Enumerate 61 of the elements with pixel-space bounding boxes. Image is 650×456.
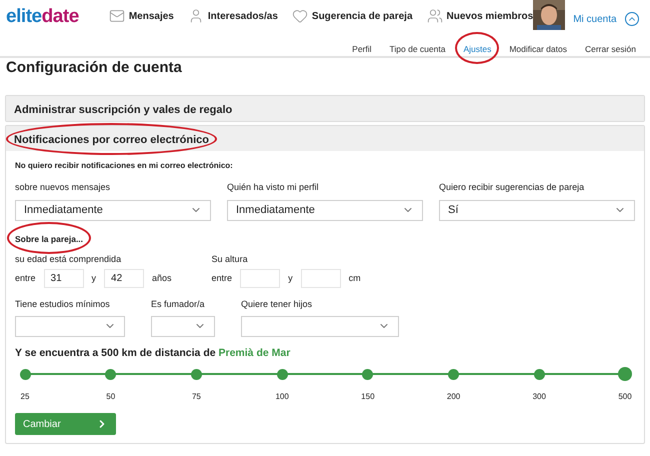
stop-label: 500 — [618, 391, 632, 404]
nav-link[interactable]: Nuevos miembros — [446, 8, 534, 24]
stop-label: 150 — [361, 391, 375, 404]
sub-nav-tab[interactable]: Perfil — [352, 44, 372, 54]
stop-label: 100 — [275, 391, 289, 404]
sub-nav-tab[interactable]: Cerrar sesión — [584, 44, 636, 54]
input-field[interactable] — [300, 269, 341, 288]
field-label: Quiere tener hijos — [241, 298, 314, 311]
slider-stop[interactable] — [190, 368, 202, 380]
dropdown[interactable]: Inmediatamente — [227, 200, 423, 220]
input-field[interactable]: 31 — [44, 269, 84, 288]
stop-label: 300 — [532, 391, 546, 404]
range-label: entre — [212, 272, 232, 285]
slider-stop[interactable] — [276, 368, 288, 380]
field-label: Su altura — [212, 252, 249, 266]
input-field[interactable] — [240, 269, 280, 288]
section-header[interactable]: Administrar suscripción y vales de regalo — [6, 96, 644, 121]
field-label: Tiene estudios mínimos — [15, 298, 111, 311]
stop-label: 50 — [106, 391, 116, 404]
stop-label: 200 — [446, 391, 460, 404]
field-label: su edad está comprendida — [15, 252, 122, 266]
nav-link[interactable]: Mensajes — [128, 8, 174, 24]
people-icon — [426, 8, 443, 24]
section-title: Administrar suscripción y vales de regalo — [14, 104, 232, 116]
nav-link[interactable]: Interesados/as — [208, 8, 278, 24]
field-label: Quiero recibir sugerencias de pareja — [439, 181, 586, 194]
distance-slider[interactable] — [18, 367, 632, 382]
dropdown[interactable]: Sí — [439, 200, 635, 220]
heart-icon — [292, 8, 308, 24]
slider-stop[interactable] — [534, 368, 545, 380]
page-title: Configuración de cuenta — [5, 59, 183, 77]
stop-label: 25 — [20, 391, 30, 404]
unit-label: cm — [348, 272, 361, 285]
subheading: Sobre la pareja... — [15, 234, 84, 244]
slider-stop[interactable] — [105, 368, 116, 380]
slider-stop[interactable] — [618, 367, 632, 382]
dropdown[interactable]: Inmediatamente — [15, 200, 211, 220]
sub-nav-tab[interactable]: Tipo de cuenta — [390, 44, 446, 54]
range-label: y — [92, 272, 96, 285]
range-label: y — [288, 272, 293, 285]
account-link[interactable]: Mi cuenta — [573, 12, 617, 26]
field-label: Es fumador/a — [151, 298, 206, 311]
unit-label: años — [152, 272, 172, 285]
slider-stop[interactable] — [20, 368, 30, 380]
notifications-intro: No quiero recibir notificaciones en mi correo electrónico: — [15, 160, 234, 172]
field-label: Quién ha visto mi perfil — [227, 181, 320, 194]
input-field[interactable]: 42 — [104, 269, 144, 288]
toggle-button[interactable] — [624, 12, 639, 26]
distance-text: Y se encuentra a 500 km de distancia de Premià de Mar — [15, 346, 292, 360]
nav-link[interactable]: Sugerencia de pareja — [312, 8, 413, 24]
field-label: sobre nuevos mensajes — [15, 181, 112, 194]
range-label: entre — [15, 272, 36, 285]
section-title: Notificaciones por correo electrónico — [14, 134, 209, 146]
slider-stop[interactable] — [362, 368, 374, 380]
stop-label: 75 — [192, 391, 201, 404]
submit-button[interactable]: Cambiar — [15, 413, 116, 436]
mail-icon — [108, 8, 125, 24]
sub-nav-tab[interactable]: Ajustes — [463, 44, 492, 54]
logo[interactable]: elitedate — [6, 6, 79, 26]
sub-nav-tab[interactable]: Modificar datos — [509, 44, 567, 54]
slider-stop[interactable] — [448, 368, 460, 380]
